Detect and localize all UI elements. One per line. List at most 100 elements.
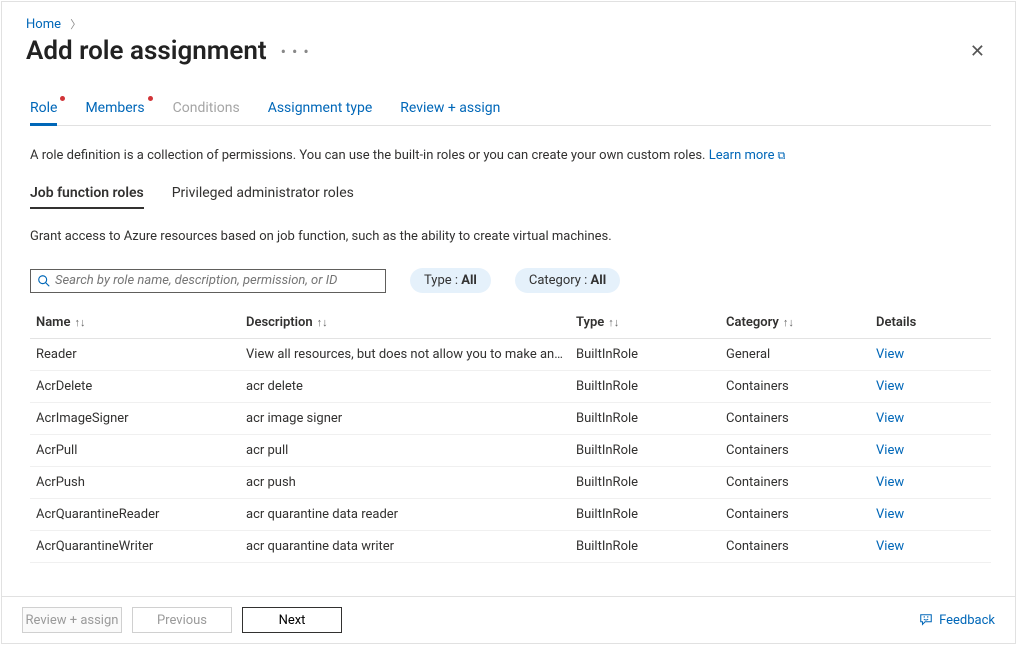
cell-description: acr delete <box>240 371 570 403</box>
table-row[interactable]: AcrPullacr pullBuiltInRoleContainers View <box>30 435 991 467</box>
view-link[interactable]: View <box>876 379 904 394</box>
chevron-right-icon: 〉 <box>70 18 81 31</box>
table-row[interactable]: AcrQuarantineReaderacr quarantine data r… <box>30 499 991 531</box>
cell-name: AcrQuarantineWriter <box>30 531 240 563</box>
cell-type: BuiltInRole <box>570 435 720 467</box>
next-button[interactable]: Next <box>242 607 342 633</box>
tab-members[interactable]: Members <box>85 94 144 126</box>
tab-assignment-type[interactable]: Assignment type <box>268 94 373 126</box>
cell-category: Containers <box>720 371 870 403</box>
cell-name: AcrQuarantineReader <box>30 499 240 531</box>
view-link[interactable]: View <box>876 475 904 490</box>
learn-more-link[interactable]: Learn more⧉ <box>709 148 786 163</box>
col-header-name-label: Name <box>36 315 70 330</box>
cell-type: BuiltInRole <box>570 371 720 403</box>
table-row[interactable]: AcrDeleteacr deleteBuiltInRoleContainers… <box>30 371 991 403</box>
view-link[interactable]: View <box>876 347 904 362</box>
tab-review-assign[interactable]: Review + assign <box>400 94 500 126</box>
breadcrumb: Home 〉 <box>2 2 1015 32</box>
role-category-tabs: Job function roles Privileged administra… <box>30 185 991 209</box>
filter-category-value: All <box>591 273 607 288</box>
search-icon <box>37 274 51 288</box>
col-header-details: Details <box>870 307 991 339</box>
col-header-type-label: Type <box>576 315 604 330</box>
cell-name: AcrPush <box>30 467 240 499</box>
view-link[interactable]: View <box>876 411 904 426</box>
cell-description: acr quarantine data writer <box>240 531 570 563</box>
cell-category: Containers <box>720 435 870 467</box>
feedback-icon <box>919 613 933 627</box>
learn-more-label: Learn more <box>709 148 775 163</box>
review-assign-button: Review + assign <box>22 607 122 633</box>
view-link[interactable]: View <box>876 443 904 458</box>
filter-pill-category[interactable]: Category : All <box>515 268 620 293</box>
sort-icon[interactable]: ↑↓ <box>783 316 794 329</box>
tab-conditions: Conditions <box>173 94 240 126</box>
external-link-icon: ⧉ <box>778 149 786 162</box>
cell-type: BuiltInRole <box>570 499 720 531</box>
sort-icon[interactable]: ↑↓ <box>74 316 85 329</box>
cell-type: BuiltInRole <box>570 467 720 499</box>
filter-pill-type[interactable]: Type : All <box>410 268 491 293</box>
tab-assignment-type-label: Assignment type <box>268 100 373 116</box>
footer-bar: Review + assign Previous Next Feedback <box>2 596 1015 643</box>
cell-category: Containers <box>720 499 870 531</box>
cell-name: AcrPull <box>30 435 240 467</box>
cell-description: acr push <box>240 467 570 499</box>
cell-type: BuiltInRole <box>570 339 720 371</box>
feedback-label: Feedback <box>939 613 995 628</box>
cell-category: General <box>720 339 870 371</box>
search-input-wrapper[interactable] <box>30 269 386 293</box>
subtab-description: Grant access to Azure resources based on… <box>30 229 991 244</box>
view-link[interactable]: View <box>876 507 904 522</box>
cell-name: Reader <box>30 339 240 371</box>
cell-category: Containers <box>720 403 870 435</box>
breadcrumb-home[interactable]: Home <box>26 17 61 32</box>
filter-type-label: Type : <box>424 273 461 288</box>
more-actions-icon[interactable]: • • • <box>281 42 310 61</box>
table-row[interactable]: AcrImageSigneracr image signerBuiltInRol… <box>30 403 991 435</box>
subtab-job-function[interactable]: Job function roles <box>30 185 144 209</box>
cell-description: acr image signer <box>240 403 570 435</box>
cell-description: acr quarantine data reader <box>240 499 570 531</box>
view-link[interactable]: View <box>876 539 904 554</box>
cell-category: Containers <box>720 467 870 499</box>
table-row[interactable]: ReaderView all resources, but does not a… <box>30 339 991 371</box>
cell-name: AcrDelete <box>30 371 240 403</box>
cell-description: View all resources, but does not allow y… <box>240 339 570 371</box>
roles-table: Name ↑↓ Description ↑↓ Type ↑↓ Category ↑↓ D… <box>30 307 991 563</box>
intro-text: A role definition is a collection of per… <box>30 148 991 163</box>
feedback-link[interactable]: Feedback <box>919 613 995 628</box>
cell-type: BuiltInRole <box>570 403 720 435</box>
col-header-description-label: Description <box>246 315 313 330</box>
close-icon[interactable]: ✕ <box>970 41 991 62</box>
col-header-type[interactable]: Type ↑↓ <box>570 307 720 339</box>
cell-category: Containers <box>720 531 870 563</box>
required-dot-icon <box>60 96 65 101</box>
subtab-privileged-admin[interactable]: Privileged administrator roles <box>172 185 354 209</box>
page-title: Add role assignment <box>26 36 267 66</box>
tab-review-assign-label: Review + assign <box>400 100 500 116</box>
tab-conditions-label: Conditions <box>173 100 240 116</box>
col-header-category[interactable]: Category ↑↓ <box>720 307 870 339</box>
tab-role[interactable]: Role <box>30 94 57 126</box>
previous-button: Previous <box>132 607 232 633</box>
required-dot-icon <box>148 96 153 101</box>
cell-type: BuiltInRole <box>570 531 720 563</box>
table-row[interactable]: AcrQuarantineWriteracr quarantine data w… <box>30 531 991 563</box>
intro-text-content: A role definition is a collection of per… <box>30 148 705 163</box>
col-header-category-label: Category <box>726 315 779 330</box>
table-row[interactable]: AcrPushacr pushBuiltInRoleContainers View <box>30 467 991 499</box>
col-header-description[interactable]: Description ↑↓ <box>240 307 570 339</box>
tab-members-label: Members <box>85 100 144 116</box>
cell-name: AcrImageSigner <box>30 403 240 435</box>
filter-category-label: Category : <box>529 273 591 288</box>
sort-icon[interactable]: ↑↓ <box>317 316 328 329</box>
sort-icon[interactable]: ↑↓ <box>608 316 619 329</box>
cell-description: acr pull <box>240 435 570 467</box>
search-input[interactable] <box>55 270 381 292</box>
col-header-name[interactable]: Name ↑↓ <box>30 307 240 339</box>
tab-role-label: Role <box>30 100 57 116</box>
filter-type-value: All <box>461 273 477 288</box>
wizard-tabs: Role Members Conditions Assignment type … <box>30 84 991 126</box>
